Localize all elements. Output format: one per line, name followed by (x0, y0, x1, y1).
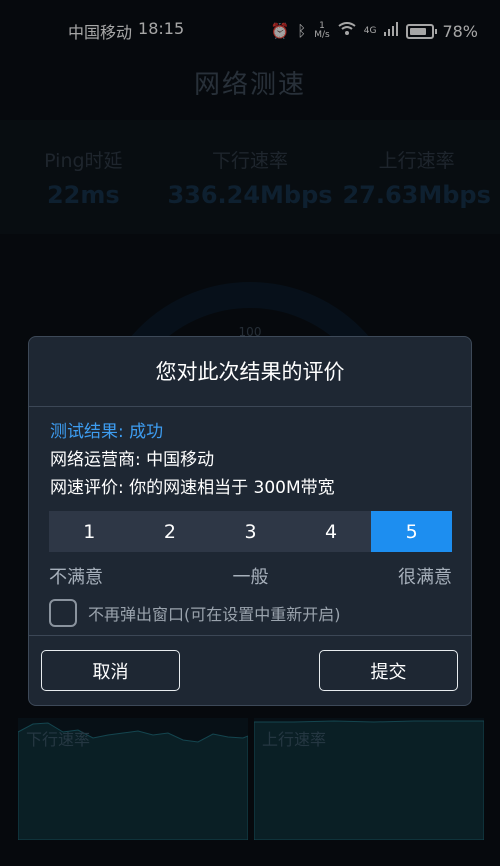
result-carrier: 网络运营商: 中国移动 (50, 450, 215, 470)
rating-selector: 1 2 3 4 5 (49, 511, 452, 552)
cancel-button[interactable]: 取消 (41, 650, 180, 691)
result-rating: 网速评价: 你的网速相当于 300M带宽 (50, 478, 335, 498)
rating-scale-labels: 不满意 一般 很满意 (49, 563, 452, 589)
result-status: 测试结果: 成功 (50, 422, 164, 442)
rating-option-3[interactable]: 3 (210, 511, 291, 552)
dialog-divider (29, 635, 471, 636)
dont-show-again-row[interactable]: 不再弹出窗口(可在设置中重新开启) (49, 599, 341, 627)
dialog-title: 您对此次结果的评价 (29, 337, 471, 407)
scale-mid-label: 一般 (232, 567, 269, 588)
rating-option-5[interactable]: 5 (371, 511, 452, 552)
scale-low-label: 不满意 (49, 567, 103, 588)
rating-option-4[interactable]: 4 (291, 511, 372, 552)
rating-dialog: 您对此次结果的评价 测试结果: 成功 网络运营商: 中国移动 网速评价: 你的网… (28, 336, 472, 706)
dont-show-again-label[interactable]: 不再弹出窗口(可在设置中重新开启) (88, 601, 341, 625)
dont-show-again-checkbox[interactable] (49, 599, 77, 627)
scale-high-label: 很满意 (398, 567, 452, 588)
submit-button[interactable]: 提交 (319, 650, 458, 691)
rating-option-1[interactable]: 1 (49, 511, 130, 552)
rating-option-2[interactable]: 2 (130, 511, 211, 552)
